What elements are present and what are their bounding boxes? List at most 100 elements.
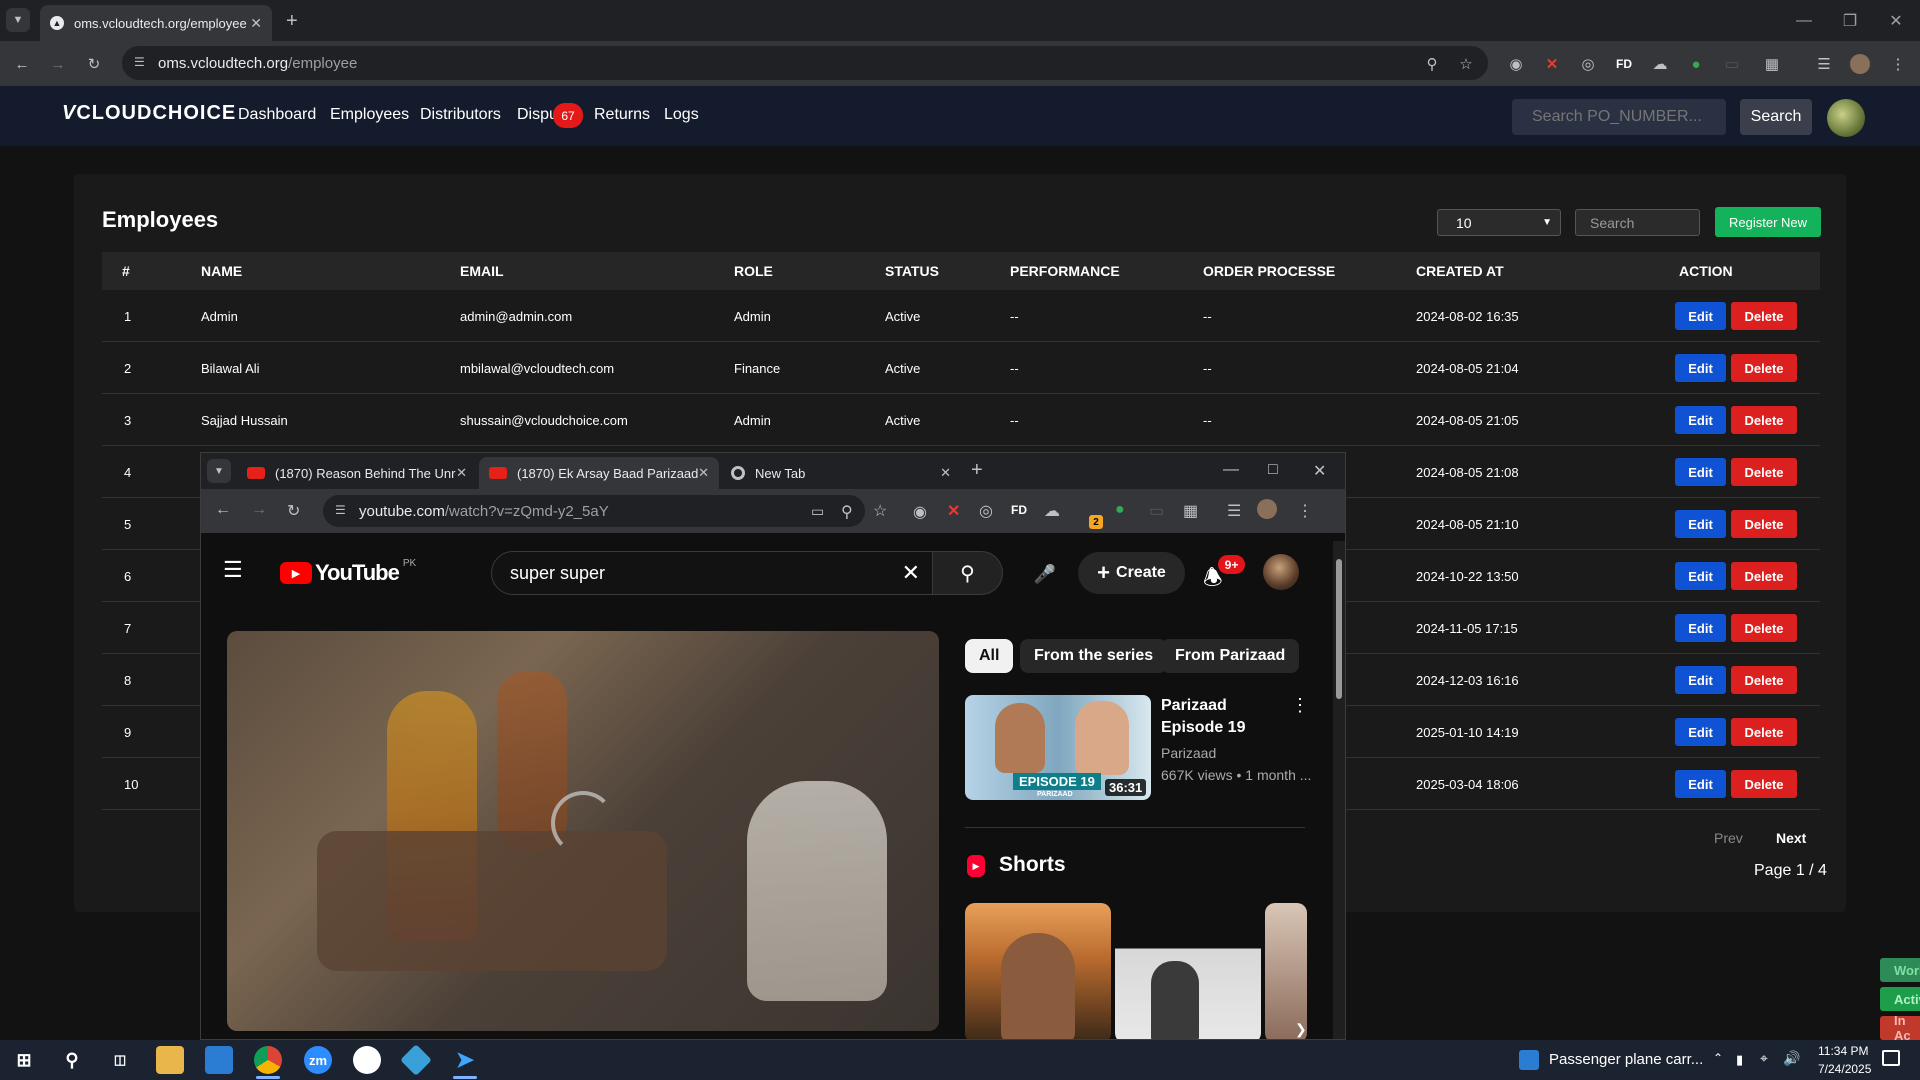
prev-page-button[interactable]: Prev — [1714, 830, 1743, 846]
chrome-menu-icon[interactable]: ⋮ — [1884, 50, 1912, 78]
extension-green-icon[interactable]: ● — [1682, 50, 1710, 78]
tray-battery-icon[interactable]: ▮ — [1736, 1052, 1743, 1068]
nav-disputes[interactable]: Dispu — [517, 106, 558, 124]
nav-employees[interactable]: Employees — [330, 106, 409, 124]
notification-center-icon[interactable] — [1882, 1050, 1900, 1066]
tab-search-icon[interactable]: ▼ — [6, 8, 30, 32]
short-thumbnail-2[interactable] — [1115, 903, 1261, 1039]
chip-from-series[interactable]: From the series — [1020, 639, 1168, 673]
windows-start-icon[interactable]: ⊞ — [10, 1046, 38, 1074]
media-control-icon[interactable]: ☰ — [1227, 501, 1241, 521]
overlay-address-bar[interactable]: ☰ youtube.com/watch?v=zQmd-y2_5aY — [323, 495, 865, 527]
voice-search-icon[interactable]: 🎤 — [1027, 556, 1063, 592]
overlay-back-icon[interactable]: ← — [215, 501, 231, 519]
youtube-search-input[interactable]: super super ✕ — [491, 551, 933, 595]
rec-more-icon[interactable]: ⋮ — [1291, 695, 1309, 716]
chip-from-parizaad[interactable]: From Parizaad — [1161, 639, 1300, 673]
install-app-icon[interactable]: ▭ — [811, 503, 824, 520]
address-bar[interactable]: ☰ oms.vcloudtech.org/employee — [122, 46, 1488, 80]
close-tab-icon[interactable]: ✕ — [940, 465, 951, 481]
side-tab-active[interactable]: Activ — [1880, 987, 1920, 1011]
forward-icon[interactable]: → — [44, 50, 72, 78]
clear-search-icon[interactable]: ✕ — [902, 560, 920, 586]
edit-button[interactable]: Edit — [1675, 406, 1726, 434]
extension-cloud-icon[interactable]: ☁ — [1044, 501, 1060, 521]
extension-fd-icon[interactable]: FD — [1610, 50, 1638, 78]
zoom-taskbar-icon[interactable]: zm — [304, 1046, 332, 1074]
per-page-select[interactable]: 10 ▼ — [1437, 209, 1561, 236]
clock-date[interactable]: 7/24/2025 — [1818, 1062, 1871, 1076]
overlay-new-tab-icon[interactable]: + — [971, 459, 983, 482]
news-widget-icon[interactable] — [1519, 1050, 1539, 1070]
store-icon[interactable] — [205, 1046, 233, 1074]
delete-button[interactable]: Delete — [1731, 510, 1797, 538]
vscode-taskbar-icon[interactable]: ➤ — [451, 1046, 479, 1074]
extension-glasses-icon[interactable]: ◉ — [1502, 50, 1530, 78]
extension-x-icon[interactable]: ✕ — [1538, 50, 1566, 78]
extension-cloud-icon[interactable]: ☁ — [1646, 50, 1674, 78]
youtube-avatar[interactable] — [1263, 554, 1299, 590]
edit-button[interactable]: Edit — [1675, 510, 1726, 538]
edit-button[interactable]: Edit — [1675, 770, 1726, 798]
close-tab-icon[interactable]: ✕ — [250, 15, 262, 32]
delete-button[interactable]: Delete — [1731, 354, 1797, 382]
back-icon[interactable]: ← — [8, 50, 36, 78]
chrome-menu-icon[interactable]: ⋮ — [1297, 501, 1313, 521]
media-control-icon[interactable]: ☰ — [1810, 50, 1838, 78]
delete-button[interactable]: Delete — [1731, 302, 1797, 330]
delete-button[interactable]: Delete — [1731, 614, 1797, 642]
nav-distributors[interactable]: Distributors — [420, 106, 501, 124]
side-tab-work[interactable]: Work — [1880, 958, 1920, 982]
extension-fd-icon[interactable]: FD — [1011, 503, 1027, 517]
profile-icon[interactable] — [1257, 499, 1277, 519]
taskbar-search-icon[interactable]: ⚲ — [58, 1046, 86, 1074]
rec-channel[interactable]: Parizaad — [1161, 745, 1216, 761]
next-page-button[interactable]: Next — [1776, 830, 1806, 846]
nav-returns[interactable]: Returns — [594, 106, 650, 124]
overlay-reload-icon[interactable]: ↻ — [287, 501, 300, 521]
zoom-icon[interactable]: ⚲ — [1418, 50, 1446, 78]
close-tab-icon[interactable]: ✕ — [698, 465, 709, 481]
youtube-logo[interactable]: ▶ YouTube PK — [280, 558, 416, 586]
overlay-close-icon[interactable]: ✕ — [1313, 461, 1326, 481]
task-view-icon[interactable]: ◫ — [106, 1046, 134, 1074]
extension-green-icon[interactable]: ● — [1115, 501, 1125, 519]
register-new-button[interactable]: Register New — [1715, 207, 1821, 237]
overlay-maximize-icon[interactable]: □ — [1268, 461, 1278, 479]
nav-dashboard[interactable]: Dashboard — [238, 106, 316, 124]
youtube-search-button[interactable]: ⚲ — [933, 551, 1003, 595]
site-info-icon[interactable]: ☰ — [134, 55, 145, 69]
edit-button[interactable]: Edit — [1675, 302, 1726, 330]
short-thumbnail-3[interactable] — [1265, 903, 1307, 1039]
extension-cast-icon[interactable]: ▭ — [1718, 50, 1746, 78]
extension-globe-icon[interactable]: ◎ — [979, 501, 993, 521]
zoom-icon[interactable]: ⚲ — [841, 502, 853, 522]
overlay-minimize-icon[interactable]: — — [1223, 461, 1239, 479]
delete-button[interactable]: Delete — [1731, 562, 1797, 590]
minimize-icon[interactable]: — — [1781, 0, 1827, 41]
bookmark-star-icon[interactable]: ☆ — [873, 501, 887, 521]
overlay-tab-3[interactable]: New Tab ✕ — [721, 457, 961, 489]
overlay-tab-2[interactable]: (1870) Ek Arsay Baad Parizaad ✕ — [479, 457, 719, 489]
create-button[interactable]: + Create — [1078, 552, 1185, 594]
edit-button[interactable]: Edit — [1675, 718, 1726, 746]
clock-time[interactable]: 11:34 PM — [1818, 1044, 1868, 1058]
extensions-puzzle-icon[interactable]: ▦ — [1183, 501, 1198, 521]
edit-button[interactable]: Edit — [1675, 666, 1726, 694]
nav-logs[interactable]: Logs — [664, 106, 699, 124]
close-tab-icon[interactable]: ✕ — [456, 465, 467, 481]
tray-wifi-icon[interactable]: ⌖ — [1760, 1050, 1768, 1067]
table-search-input[interactable]: Search — [1575, 209, 1700, 236]
video-player[interactable] — [227, 631, 939, 1031]
app-logo[interactable]: VCLOUDCHOICE — [62, 102, 236, 125]
extension-glasses-icon[interactable]: ◉ — [913, 502, 927, 522]
tray-volume-icon[interactable]: 🔊 — [1783, 1050, 1800, 1067]
scrollbar-thumb[interactable] — [1336, 559, 1342, 699]
delete-button[interactable]: Delete — [1731, 406, 1797, 434]
restore-icon[interactable]: ❐ — [1827, 0, 1873, 41]
site-info-icon[interactable]: ☰ — [335, 503, 346, 517]
rec-title[interactable]: Parizaad Episode 19 — [1161, 695, 1281, 739]
extension-cast-icon[interactable]: ▭ — [1149, 501, 1164, 521]
edit-button[interactable]: Edit — [1675, 354, 1726, 382]
chip-all[interactable]: All — [965, 639, 1014, 673]
